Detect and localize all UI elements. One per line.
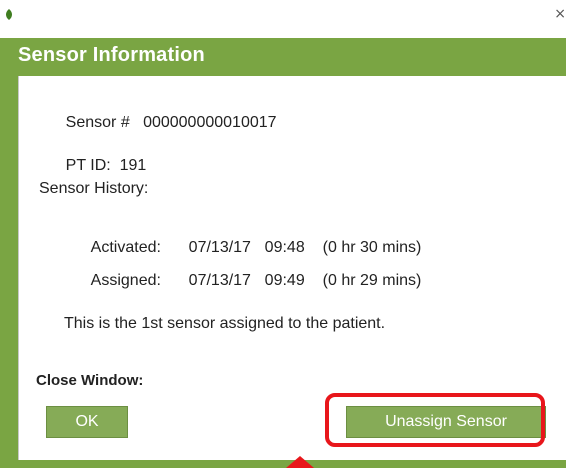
close-icon[interactable]: ×: [554, 7, 566, 21]
sensor-number-label: Sensor #: [65, 114, 130, 131]
assigned-time: 09:49: [264, 272, 305, 289]
window-title: Sensor Information: [18, 44, 205, 66]
pt-id-label: PT ID:: [65, 157, 111, 174]
assigned-label: Assigned:: [90, 272, 161, 289]
pt-id-value: 191: [119, 157, 147, 174]
leaf-icon: [4, 8, 18, 22]
sensor-number-value: 000000000010017: [143, 114, 277, 131]
assigned-row: Assigned: 07/13/17 09:49 (0 hr 29 mins): [64, 254, 422, 308]
assigned-date: 07/13/17: [188, 272, 251, 289]
highlight-annotation-box: [325, 393, 545, 447]
assigned-duration: (0 hr 29 mins): [322, 272, 422, 289]
title-bar: ×: [0, 0, 566, 38]
arrow-annotation: [286, 456, 314, 468]
header-bar: Sensor Information: [12, 38, 566, 76]
assignment-note: This is the 1st sensor assigned to the p…: [64, 315, 386, 332]
sensor-information-window: × Sensor Information Sensor # 0000000000…: [0, 0, 566, 468]
close-window-label: Close Window:: [36, 372, 144, 389]
ok-button[interactable]: OK: [46, 406, 128, 438]
sensor-history-label: Sensor History:: [39, 180, 149, 197]
